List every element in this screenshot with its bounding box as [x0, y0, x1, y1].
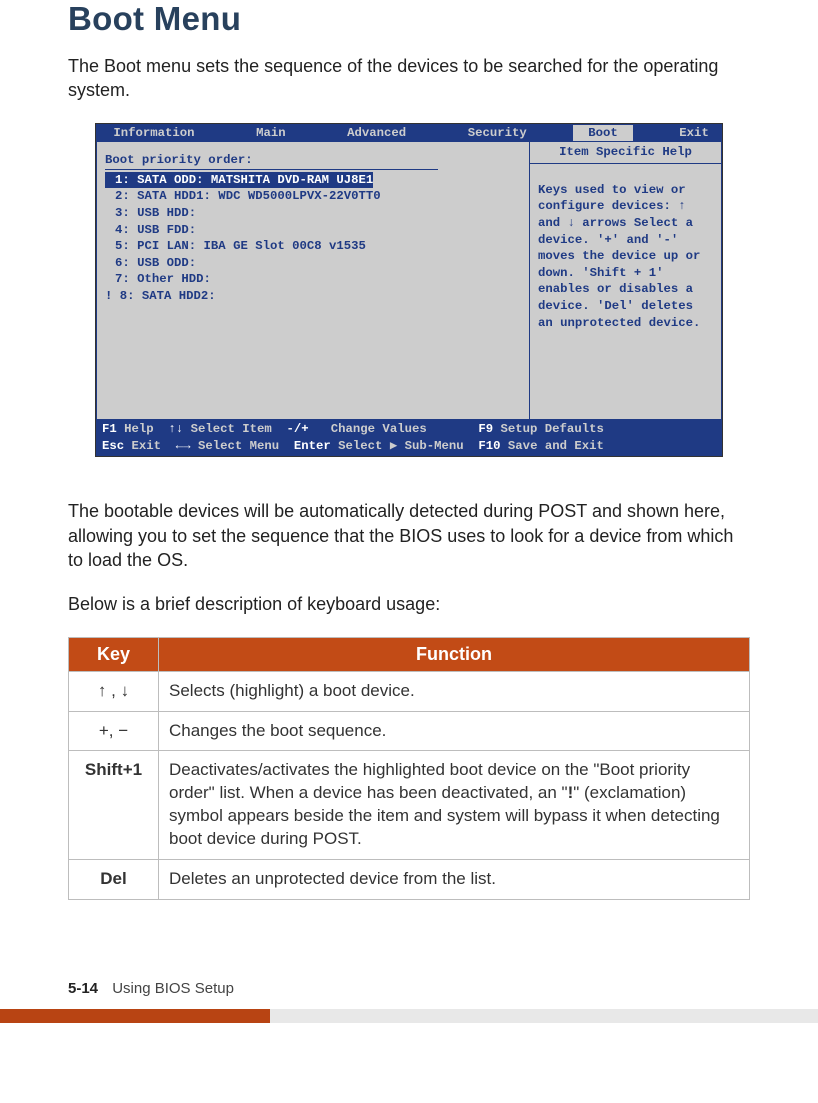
table-cell-function: Deactivates/activates the highlighted bo…: [159, 751, 750, 860]
paragraph-keyboard-intro: Below is a brief description of keyboard…: [68, 592, 750, 616]
bios-help-panel: Item Specific Help Keys used to view or …: [530, 142, 722, 420]
page-number: 5-14: [68, 980, 98, 997]
boot-order-item: ! 8: SATA HDD2:: [105, 288, 521, 305]
table-header-function: Function: [159, 637, 750, 671]
boot-order-item: 5: PCI LAN: IBA GE Slot 00C8 v1535: [105, 238, 521, 255]
table-cell-function: Selects (highlight) a boot device.: [159, 671, 750, 711]
table-cell-key: Shift+1: [69, 751, 159, 860]
page-title: Boot Menu: [68, 0, 750, 38]
table-cell-function: Changes the boot sequence.: [159, 711, 750, 751]
bios-tab-security: Security: [452, 125, 542, 142]
help-panel-title: Item Specific Help: [530, 142, 721, 164]
table-row: DelDeletes an unprotected device from th…: [69, 860, 750, 900]
paragraph-post: The bootable devices will be automatical…: [68, 499, 750, 572]
help-panel-text: Keys used to view or configure devices: …: [530, 164, 721, 337]
bios-tab-advanced: Advanced: [332, 125, 422, 142]
bios-menubar: Information Main Advanced Security Boot …: [96, 124, 722, 143]
table-row: ↑ , ↓Selects (highlight) a boot device.: [69, 671, 750, 711]
boot-order-heading: Boot priority order:: [105, 152, 521, 169]
key-function-table: Key Function ↑ , ↓Selects (highlight) a …: [68, 637, 750, 901]
boot-order-item: 3: USB HDD:: [105, 205, 521, 222]
table-cell-function: Deletes an unprotected device from the l…: [159, 860, 750, 900]
bios-tab-boot: Boot: [573, 125, 633, 142]
table-cell-key: +, −: [69, 711, 159, 751]
page-footer: 5-14 Using BIOS Setup: [0, 980, 818, 997]
bios-boot-panel: Boot priority order: 1: SATA ODD: MATSHI…: [96, 142, 530, 420]
boot-order-item: 1: SATA ODD: MATSHITA DVD-RAM UJ8E1: [105, 172, 373, 189]
boot-order-item: 6: USB ODD:: [105, 255, 521, 272]
bios-tab-information: Information: [98, 125, 210, 142]
bios-tab-exit: Exit: [664, 125, 724, 142]
table-cell-key: Del: [69, 860, 159, 900]
table-header-key: Key: [69, 637, 159, 671]
table-row: +, −Changes the boot sequence.: [69, 711, 750, 751]
footer-section: Using BIOS Setup: [112, 980, 234, 997]
boot-order-item: 2: SATA HDD1: WDC WD5000LPVX-22V0TT0: [105, 188, 521, 205]
boot-order-item: 4: USB FDD:: [105, 222, 521, 239]
footer-color-bar: [0, 1009, 818, 1023]
bios-tab-main: Main: [241, 125, 301, 142]
table-cell-key: ↑ , ↓: [69, 671, 159, 711]
table-row: Shift+1Deactivates/activates the highlig…: [69, 751, 750, 860]
bios-footer: F1 Help ↑↓ Select Item -/+ Change Values…: [96, 420, 722, 456]
intro-paragraph: The Boot menu sets the sequence of the d…: [68, 54, 750, 103]
bios-screenshot: Information Main Advanced Security Boot …: [95, 123, 723, 458]
boot-order-item: 7: Other HDD:: [105, 271, 521, 288]
